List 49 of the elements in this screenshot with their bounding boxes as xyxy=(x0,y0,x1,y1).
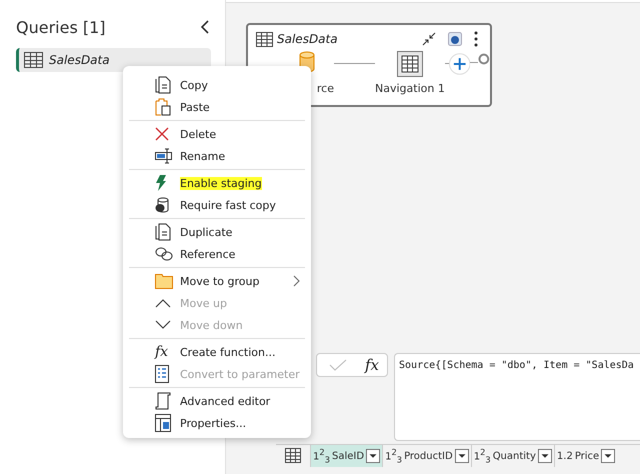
menu-item[interactable]: Rename xyxy=(123,145,311,167)
query-title: SalesData xyxy=(277,32,338,46)
menu-item[interactable]: Duplicate xyxy=(123,221,311,243)
chevron-up-icon xyxy=(155,298,171,308)
parameter-icon xyxy=(155,365,169,383)
panel-title: Queries [1] xyxy=(16,18,106,36)
step-label: rce xyxy=(316,82,334,95)
menu-item[interactable]: Move to group xyxy=(123,270,311,292)
scroll-icon xyxy=(155,392,171,410)
table-icon xyxy=(256,32,273,46)
more-icon[interactable] xyxy=(474,31,478,47)
dropdown-icon[interactable] xyxy=(601,449,616,463)
add-step-icon[interactable] xyxy=(448,53,470,75)
function-icon: fx xyxy=(155,344,168,360)
menu-item[interactable]: Reference xyxy=(123,243,311,265)
collapse-icon[interactable] xyxy=(422,32,436,46)
menu-item[interactable]: fx Create function... xyxy=(123,341,311,363)
menu-item[interactable]: Delete xyxy=(123,123,311,145)
chevron-down-icon xyxy=(155,320,171,330)
paste-icon xyxy=(155,98,171,116)
properties-icon xyxy=(155,414,171,432)
delete-icon xyxy=(155,127,169,141)
lightning-icon xyxy=(155,175,167,191)
table-icon xyxy=(24,52,43,68)
column-header[interactable]: 1$^{2}$$_{3}$ SaleID xyxy=(310,445,382,467)
dropdown-icon[interactable] xyxy=(454,449,469,463)
output-node-icon xyxy=(478,53,490,65)
step-label: Navigation 1 xyxy=(375,82,445,95)
step-node[interactable]: Navigation 1 xyxy=(375,51,445,95)
folder-icon xyxy=(155,274,173,288)
copy-icon xyxy=(155,76,171,94)
dropdown-icon[interactable] xyxy=(366,449,380,463)
column-header[interactable]: 1.2 Price xyxy=(554,445,618,467)
rename-icon xyxy=(155,148,173,164)
menu-item[interactable]: Advanced editor xyxy=(123,390,311,412)
database-icon xyxy=(155,197,169,213)
link-icon xyxy=(155,247,173,261)
formula-field[interactable]: Source{[Schema = "dbo", Item = "SalesDa xyxy=(394,353,640,441)
menu-item[interactable]: Properties... xyxy=(123,412,311,434)
column-header[interactable]: 1$^{2}$$_{3}$ Quantity xyxy=(470,445,554,467)
dropdown-icon[interactable] xyxy=(538,449,552,463)
menu-item[interactable]: Enable staging xyxy=(123,172,311,194)
copy-icon xyxy=(155,223,171,241)
table-icon xyxy=(396,51,423,77)
fx-button[interactable]: fx xyxy=(365,356,380,374)
check-icon[interactable] xyxy=(329,359,347,371)
collapse-icon[interactable] xyxy=(199,20,211,34)
menu-item[interactable]: Require fast copy xyxy=(123,194,311,216)
column-header[interactable]: 1$^{2}$$_{3}$ ProductID xyxy=(382,445,471,467)
